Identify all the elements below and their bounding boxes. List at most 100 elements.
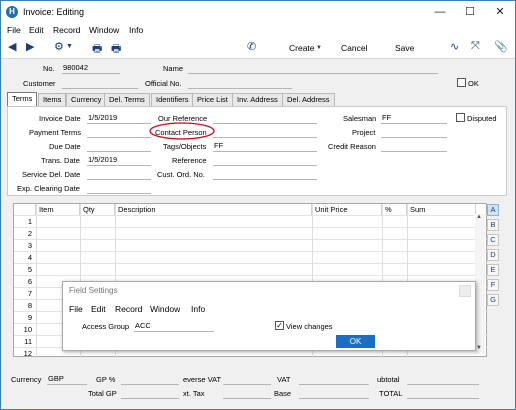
service-del-date-label: Service Del. Date <box>22 170 81 179</box>
dialog-menu-edit[interactable]: Edit <box>91 304 106 314</box>
gear-dropdown-icon[interactable]: ▼ <box>66 43 73 50</box>
grid-col-qty[interactable]: Qty <box>80 204 115 215</box>
tags-objects-label: Tags/Objects <box>163 142 207 151</box>
invoice-date-field[interactable]: 1/5/2019 <box>87 113 151 124</box>
cancel-button[interactable]: Cancel <box>341 43 367 53</box>
menu-window[interactable]: Window <box>89 25 119 35</box>
no-field[interactable]: 980042 <box>62 63 120 74</box>
menu-file[interactable]: File <box>7 25 21 35</box>
create-button[interactable]: Create <box>289 43 315 53</box>
invoice-date-label: Invoice Date <box>39 114 81 123</box>
tab-terms[interactable]: Terms <box>7 92 38 106</box>
table-row[interactable]: 1 <box>14 215 488 227</box>
customer-field[interactable] <box>62 78 138 89</box>
tab-items[interactable]: Items <box>38 93 67 106</box>
official-no-field[interactable] <box>188 78 292 89</box>
dialog-menu-info[interactable]: Info <box>191 304 205 314</box>
close-button[interactable]: ✕ <box>485 1 515 23</box>
dialog-close-button[interactable] <box>459 285 471 297</box>
tab-inv-address[interactable]: Inv. Address <box>232 93 283 106</box>
grid-side-button-e[interactable]: E <box>487 264 499 276</box>
table-row[interactable]: 5 <box>14 263 488 275</box>
tab-price-list[interactable]: Price List <box>192 93 233 106</box>
contact-person-field[interactable] <box>213 127 317 138</box>
grid-scrollbar[interactable]: ▲ ▼ <box>475 214 485 354</box>
row-number: 8 <box>27 301 32 310</box>
expand-icon[interactable]: ⤧ <box>471 40 480 53</box>
name-field[interactable] <box>188 63 438 74</box>
print-icon[interactable]: 🖶 <box>92 40 102 59</box>
gp-percent-field[interactable] <box>121 374 179 385</box>
currency-field[interactable]: GBP <box>47 374 87 385</box>
table-row[interactable]: 4 <box>14 251 488 263</box>
trans-date-field[interactable]: 1/5/2019 <box>87 155 151 166</box>
project-field[interactable] <box>381 127 447 138</box>
grid-side-button-f[interactable]: F <box>487 279 499 291</box>
service-del-date-field[interactable] <box>87 169 151 180</box>
scroll-up-icon[interactable]: ▲ <box>476 214 482 220</box>
credit-reason-field[interactable] <box>381 141 447 152</box>
reverse-vat-field[interactable] <box>223 374 271 385</box>
ext-tax-field[interactable] <box>223 388 271 399</box>
grid-col-unit-price[interactable]: Unit Price <box>312 204 382 215</box>
grid-side-button-c[interactable]: C <box>487 234 499 246</box>
attach-icon[interactable]: 📎 <box>494 40 508 53</box>
create-dropdown-icon[interactable]: ▼ <box>316 45 322 51</box>
disputed-checkbox[interactable] <box>456 113 465 122</box>
access-group-label: Access Group <box>82 322 130 331</box>
total-gp-field[interactable] <box>121 388 179 399</box>
next-record-icon[interactable]: ▶ <box>26 40 34 53</box>
maximize-button[interactable]: ☐ <box>455 1 485 23</box>
activity-icon[interactable]: ∿ <box>450 40 459 53</box>
vat-field[interactable] <box>299 374 369 385</box>
previous-record-icon[interactable]: ◀ <box>8 40 16 53</box>
grid-side-button-b[interactable]: B <box>487 219 499 231</box>
tab-del-address[interactable]: Del. Address <box>282 93 335 106</box>
dialog-menu-window[interactable]: Window <box>150 304 180 314</box>
disputed-label: Disputed <box>467 114 497 123</box>
menu-edit[interactable]: Edit <box>29 25 44 35</box>
table-row[interactable]: 3 <box>14 239 488 251</box>
tab-currency[interactable]: Currency <box>66 93 107 106</box>
reference-label: Reference <box>172 156 207 165</box>
base-field[interactable] <box>299 388 369 399</box>
grid-col-sum[interactable]: Sum <box>407 204 476 215</box>
menu-record[interactable]: Record <box>53 25 80 35</box>
salesman-field[interactable]: FF <box>381 113 447 124</box>
print-preview-icon[interactable]: 🖶 <box>111 40 121 59</box>
scroll-down-icon[interactable]: ▼ <box>476 345 482 351</box>
reverse-vat-label: everse VAT <box>183 375 222 384</box>
minimize-button[interactable]: — <box>425 1 455 23</box>
total-field[interactable] <box>407 388 479 399</box>
tab-identifiers[interactable]: Identifiers <box>151 93 194 106</box>
grid-side-button-g[interactable]: G <box>487 294 499 306</box>
cust-ord-no-field[interactable] <box>213 169 317 180</box>
access-group-field[interactable]: ACC <box>134 321 214 332</box>
our-reference-field[interactable] <box>213 113 317 124</box>
exp-clearing-date-field[interactable] <box>87 183 151 194</box>
row-number: 6 <box>27 277 32 286</box>
gear-icon[interactable]: ⚙ <box>54 40 64 53</box>
ok-button[interactable]: OK <box>336 335 375 348</box>
payment-terms-field[interactable] <box>87 127 151 138</box>
view-changes-checkbox[interactable]: ✓ <box>275 321 284 330</box>
tab-del-terms[interactable]: Del. Terms <box>104 93 150 106</box>
grid-col-item[interactable]: Item <box>36 204 80 215</box>
reference-field[interactable] <box>213 155 317 166</box>
due-date-field[interactable] <box>87 141 151 152</box>
grid-side-button-d[interactable]: D <box>487 249 499 261</box>
tags-objects-field[interactable]: FF <box>213 141 317 152</box>
table-row[interactable]: 2 <box>14 227 488 239</box>
dialog-menu-record[interactable]: Record <box>115 304 142 314</box>
subtotal-field[interactable] <box>407 374 479 385</box>
row-number: 11 <box>24 337 32 346</box>
ok-checkbox[interactable] <box>457 78 466 87</box>
save-button[interactable]: Save <box>395 43 414 53</box>
menu-info[interactable]: Info <box>129 25 143 35</box>
grid-col-percent[interactable]: % <box>382 204 407 215</box>
grid-side-button-a[interactable]: A <box>487 204 499 216</box>
phone-icon[interactable]: ✆ <box>247 40 256 53</box>
dialog-menu-file[interactable]: File <box>69 304 83 314</box>
field-settings-dialog: Field Settings File Edit Record Window I… <box>62 281 476 351</box>
grid-col-description[interactable]: Description <box>115 204 312 215</box>
